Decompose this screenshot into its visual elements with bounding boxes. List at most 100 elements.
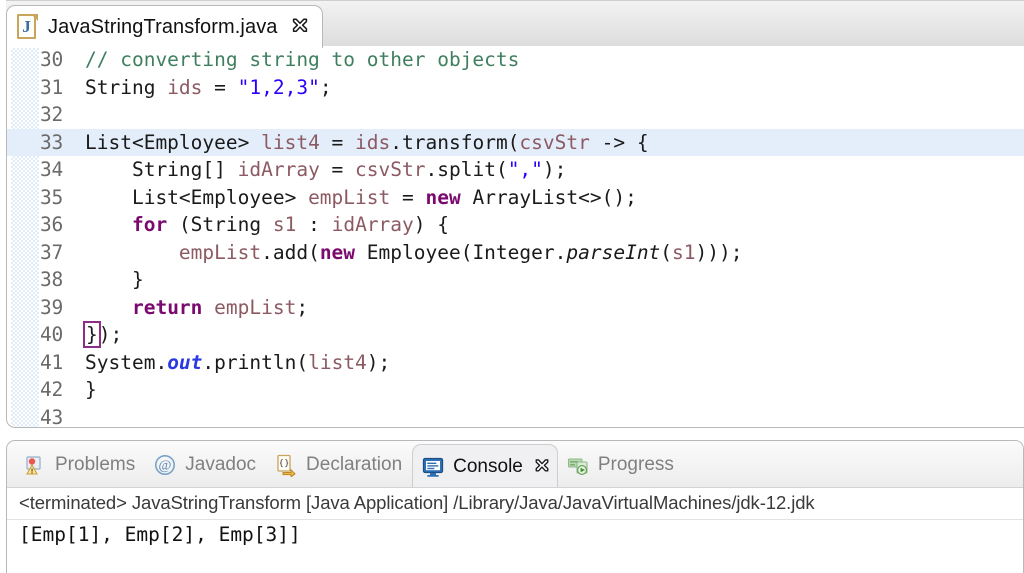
token-var: csvStr	[355, 158, 425, 181]
line-content: return empList;	[85, 294, 308, 322]
bottom-tab-javadoc[interactable]: @ Javadoc	[145, 444, 266, 486]
token-str: ","	[508, 158, 543, 181]
token-plain: .transform(	[390, 131, 519, 154]
token-var: empList	[214, 296, 296, 319]
line-content: System.out.println(list4);	[85, 349, 390, 377]
token-plain: :	[296, 213, 331, 236]
token-plain: =	[202, 76, 237, 99]
line-content: empList.add(new Employee(Integer.parseIn…	[85, 239, 743, 267]
token-var: csvStr	[519, 131, 589, 154]
code-line-31[interactable]: 31String ids = "1,2,3";	[7, 74, 1024, 102]
code-line-35[interactable]: 35 List<Employee> empList = new ArrayLis…	[7, 184, 1024, 212]
line-content: // converting string to other objects	[85, 46, 519, 74]
token-kw: new	[320, 241, 355, 264]
java-file-icon: J	[17, 14, 39, 40]
token-plain: System.	[85, 351, 167, 374]
token-plain: List<Employee>	[85, 131, 261, 154]
editor-area: J JavaStringTransform.java 30// converti…	[0, 0, 1024, 432]
line-number: 33	[40, 129, 80, 157]
token-var: s1	[672, 241, 695, 264]
token-plain: .split(	[426, 158, 508, 181]
line-content: });	[85, 321, 122, 349]
code-line-41[interactable]: 41System.out.println(list4);	[7, 349, 1024, 377]
code-line-34[interactable]: 34 String[] idArray = csvStr.split(",");	[7, 156, 1024, 184]
token-plain: Employee(Integer.	[355, 241, 566, 264]
declaration-icon	[274, 453, 298, 477]
bottom-tab-console[interactable]: Console	[412, 444, 558, 489]
bottom-tab-problems[interactable]: Problems	[15, 444, 145, 486]
token-plain: .add(	[261, 241, 320, 264]
token-var: list4	[261, 131, 320, 154]
line-content: List<Employee> list4 = ids.transform(csv…	[85, 129, 649, 157]
line-number: 40	[40, 321, 80, 349]
token-plain: ArrayList<>();	[461, 186, 637, 209]
code-line-42[interactable]: 42}	[7, 376, 1024, 404]
token-brk: }	[85, 323, 99, 346]
token-kw: new	[425, 186, 460, 209]
token-var: list4	[308, 351, 367, 374]
line-number: 32	[40, 101, 80, 129]
token-plain: =	[390, 186, 425, 209]
token-plain: }	[85, 378, 97, 401]
bottom-tab-progress[interactable]: Progress	[558, 444, 684, 486]
token-plain: )));	[696, 241, 743, 264]
code-line-40[interactable]: 40});	[7, 321, 1024, 349]
bottom-tab-label: Console	[453, 456, 523, 478]
line-content: }	[85, 376, 97, 404]
token-plain: ;	[296, 296, 308, 319]
bottom-tab-label: Declaration	[306, 454, 402, 476]
window-left-edge	[0, 0, 6, 573]
code-line-39[interactable]: 39 return empList;	[7, 294, 1024, 322]
code-line-36[interactable]: 36 for (String s1 : idArray) {	[7, 211, 1024, 239]
token-sm: parseInt	[566, 241, 660, 264]
token-plain: =	[320, 158, 355, 181]
bottom-tab-label: Javadoc	[185, 454, 256, 476]
line-number: 30	[40, 46, 80, 74]
token-var: empList	[308, 186, 390, 209]
editor-tab-javastringtransform[interactable]: J JavaStringTransform.java	[6, 5, 323, 48]
editor-tab-bar: J JavaStringTransform.java	[0, 0, 1024, 47]
code-text-area[interactable]: 30// converting string to other objects3…	[7, 46, 1024, 428]
line-number: 31	[40, 74, 80, 102]
bottom-panel: Problems @ Javadoc Declaration Console Progre…	[6, 440, 1024, 573]
line-number: 37	[40, 239, 80, 267]
token-plain: String	[85, 76, 167, 99]
token-plain: List<Employee>	[85, 186, 308, 209]
code-line-38[interactable]: 38 }	[7, 266, 1024, 294]
bottom-panel-tab-bar: Problems @ Javadoc Declaration Console Progre…	[7, 441, 1023, 488]
token-var: ids	[167, 76, 202, 99]
svg-text:@: @	[159, 458, 172, 473]
code-line-33[interactable]: 33List<Employee> list4 = ids.transform(c…	[7, 129, 1024, 157]
code-line-30[interactable]: 30// converting string to other objects	[7, 46, 1024, 74]
token-cmt: // converting string to other objects	[85, 48, 519, 71]
line-number: 34	[40, 156, 80, 184]
console-output-area[interactable]: <terminated> JavaStringTransform [Java A…	[7, 488, 1023, 546]
token-str: "1,2,3"	[238, 76, 320, 99]
token-plain: .println(	[202, 351, 308, 374]
token-plain: -> {	[590, 131, 649, 154]
bottom-tab-declaration[interactable]: Declaration	[266, 444, 412, 486]
editor-tab-label: JavaStringTransform.java	[48, 16, 278, 39]
line-number: 39	[40, 294, 80, 322]
token-plain: ) {	[414, 213, 449, 236]
token-plain	[85, 213, 132, 236]
bottom-tab-label: Problems	[55, 454, 135, 476]
token-var: s1	[273, 213, 296, 236]
token-plain	[202, 296, 214, 319]
close-x-icon[interactable]	[290, 17, 310, 37]
line-number: 43	[40, 404, 80, 429]
token-plain: );	[367, 351, 390, 374]
line-number: 38	[40, 266, 80, 294]
line-number: 36	[40, 211, 80, 239]
token-var: idArray	[332, 213, 414, 236]
token-var: ids	[355, 131, 390, 154]
code-line-37[interactable]: 37 empList.add(new Employee(Integer.pars…	[7, 239, 1024, 267]
line-content: List<Employee> empList = new ArrayList<>…	[85, 184, 637, 212]
close-x-icon[interactable]	[533, 458, 551, 476]
token-plain: String[]	[85, 158, 238, 181]
code-line-32[interactable]: 32	[7, 101, 1024, 129]
token-plain	[85, 241, 179, 264]
token-plain: }	[85, 268, 144, 291]
console-terminated-line: <terminated> JavaStringTransform [Java A…	[7, 488, 1023, 520]
code-line-43[interactable]: 43	[7, 404, 1024, 429]
